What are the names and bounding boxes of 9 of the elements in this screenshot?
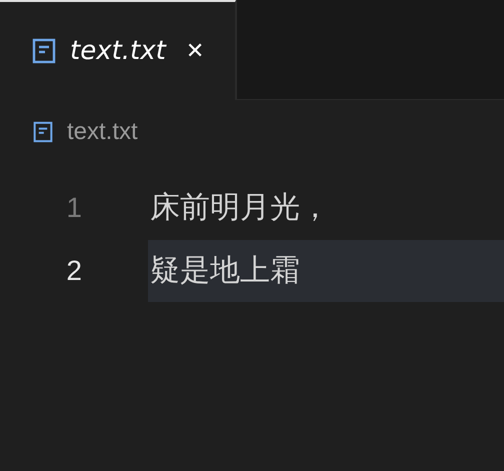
file-icon (32, 38, 56, 64)
file-icon (33, 121, 53, 143)
line-number: 2 (65, 254, 82, 286)
tab-label: text.txt (70, 36, 166, 66)
code-line: 床前明月光， (149, 188, 331, 226)
line-number: 1 (65, 192, 82, 224)
editor-tab[interactable]: text.txt ✕ (0, 0, 236, 100)
breadcrumb-item[interactable]: text.txt (67, 118, 138, 146)
close-icon[interactable]: ✕ (186, 38, 204, 64)
